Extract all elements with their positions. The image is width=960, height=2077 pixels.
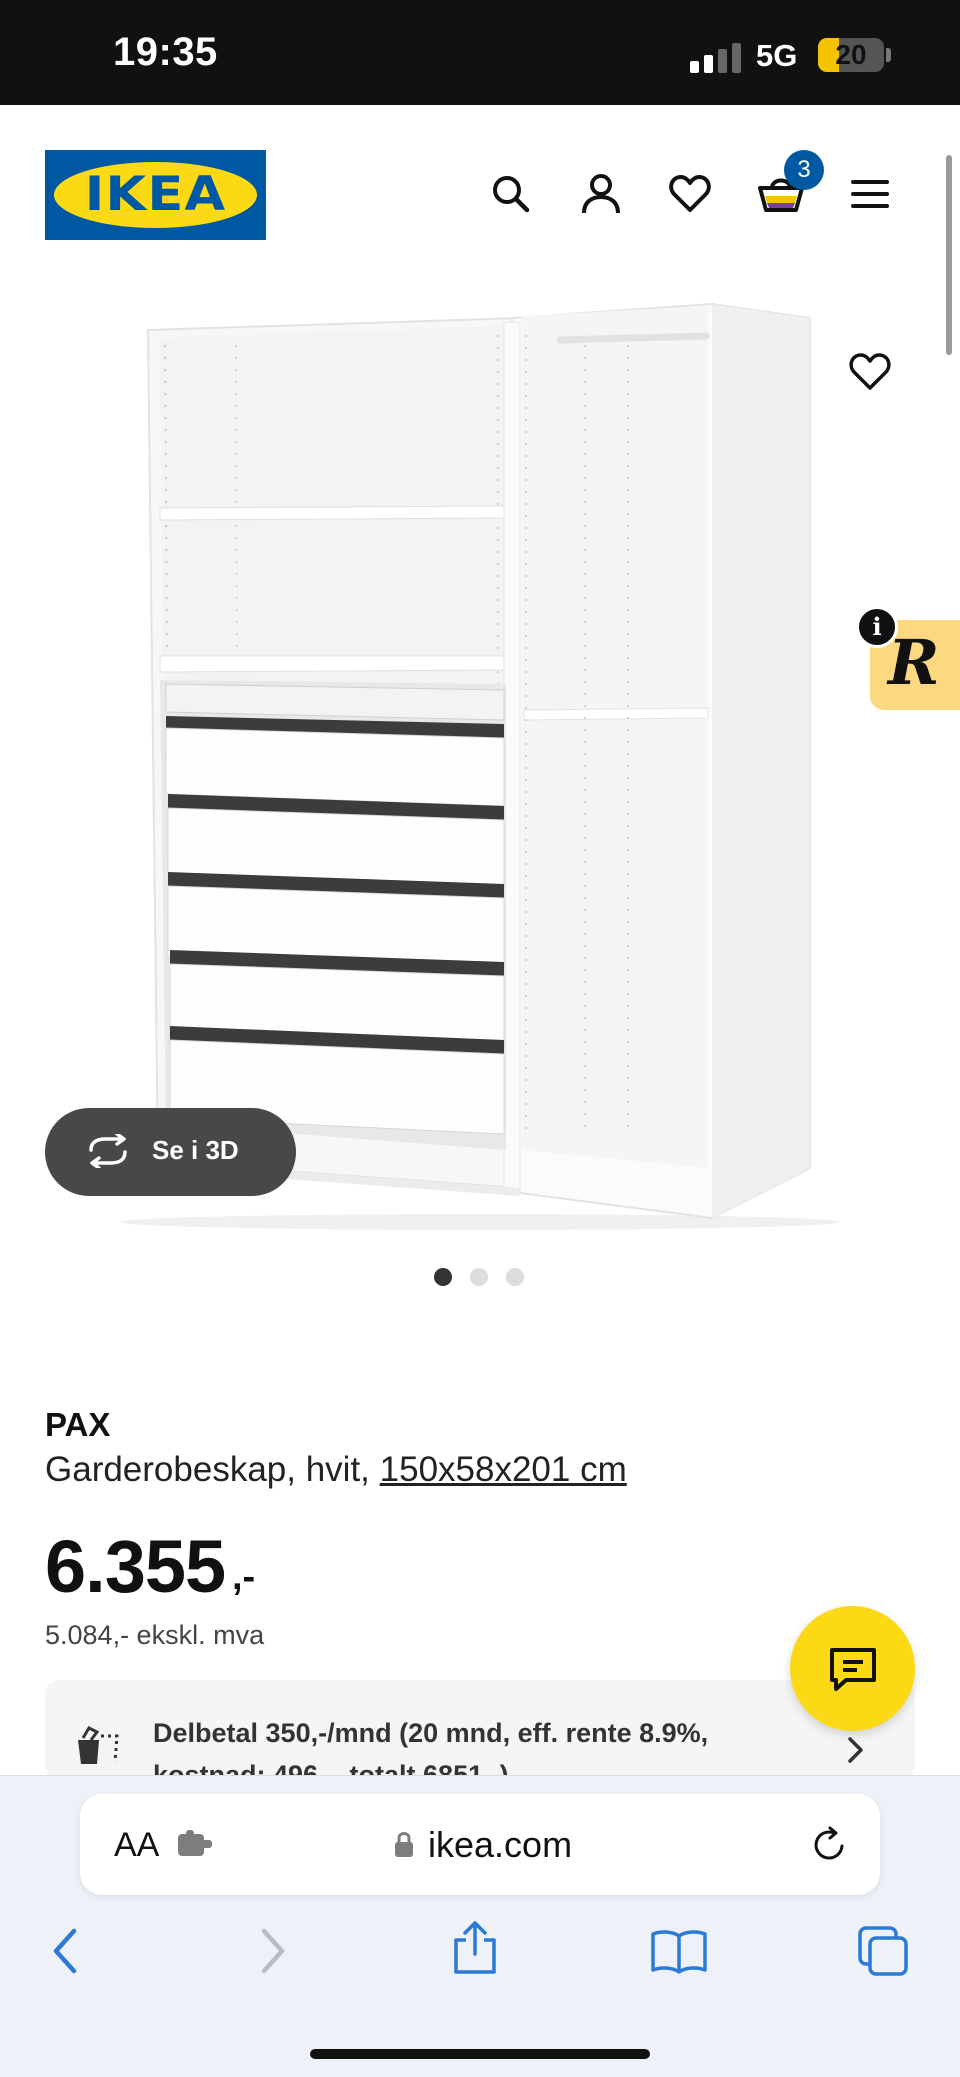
rotate-3d-icon [89, 1134, 127, 1168]
browser-toolbar: AA ikea.com [0, 1775, 960, 2077]
chevron-right-icon [848, 1737, 863, 1763]
tabs-icon[interactable] [856, 1924, 910, 1978]
product-name: PAX [45, 1406, 111, 1443]
gallery-dot[interactable] [434, 1268, 452, 1286]
gallery-dot[interactable] [470, 1268, 488, 1286]
financing-card[interactable]: Delbetal 350,-/mnd (20 mnd, eff. rente 8… [45, 1680, 915, 1780]
forward-icon[interactable] [256, 1926, 290, 1976]
bookmarks-icon[interactable] [650, 1928, 708, 1974]
menu-icon[interactable] [848, 172, 892, 216]
cart-badge: 3 [784, 150, 824, 190]
battery-tip [886, 48, 891, 62]
gallery-dot[interactable] [506, 1268, 524, 1286]
search-icon[interactable] [489, 172, 533, 216]
status-bar: 19:35 5G 20 [0, 0, 960, 105]
extension-icon[interactable] [176, 1828, 216, 1860]
reload-icon[interactable] [810, 1824, 850, 1864]
status-time: 19:35 [113, 30, 218, 74]
signal-icon [690, 43, 742, 73]
view-3d-button[interactable]: Se i 3D [45, 1108, 296, 1196]
back-icon[interactable] [48, 1926, 82, 1976]
ikea-logo[interactable]: IKEA ® [45, 150, 266, 240]
address-bar[interactable]: AA ikea.com [80, 1794, 880, 1895]
product-price: 6.355 [45, 1525, 226, 1608]
info-icon[interactable]: i [856, 606, 898, 648]
share-icon[interactable] [450, 1920, 500, 1976]
product-description: Garderobeskap, hvit, 150x58x201 cm [45, 1450, 627, 1490]
price-suffix: ,- [232, 1556, 256, 1598]
product-image[interactable] [0, 270, 960, 1250]
logo-text: IKEA [84, 167, 227, 222]
chat-icon [830, 1648, 876, 1691]
home-indicator[interactable] [310, 2049, 650, 2059]
payment-plan-icon [78, 1726, 119, 1764]
url-text: ikea.com [428, 1824, 573, 1865]
page-settings-button[interactable]: AA [114, 1826, 159, 1865]
r-logo-icon: R [888, 626, 940, 699]
chat-button[interactable] [790, 1606, 915, 1731]
dimensions-link[interactable]: 150x58x201 cm [380, 1450, 627, 1489]
battery-level: 20 [835, 39, 867, 70]
product-type: Garderobeskap, hvit, [45, 1450, 370, 1489]
network-type: 5G [756, 38, 798, 73]
lock-icon [395, 1832, 413, 1857]
view-3d-label: Se i 3D [152, 1135, 239, 1165]
account-icon[interactable] [579, 172, 623, 216]
drawer-fronts [165, 716, 505, 1135]
wishlist-heart-icon[interactable] [848, 350, 892, 394]
heart-icon[interactable] [668, 172, 712, 216]
battery-icon: 20 [818, 38, 884, 72]
financing-text: Delbetal 350,-/mnd (20 mnd, eff. rente 8… [153, 1718, 709, 1780]
price-excl-vat: 5.084,- ekskl. mva [45, 1620, 265, 1650]
